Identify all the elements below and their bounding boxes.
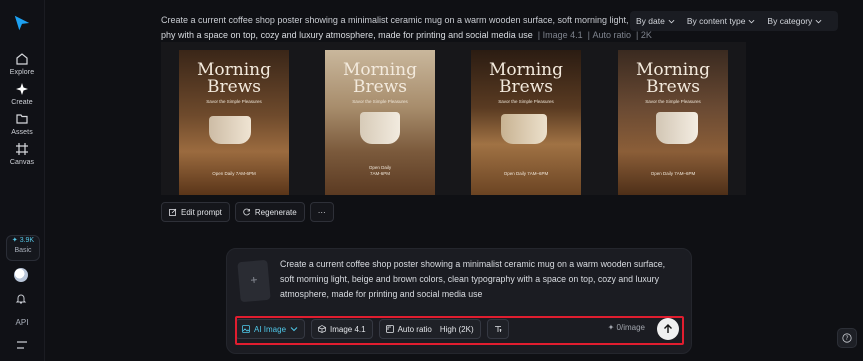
history-prompt-line2: phy with a space on top, cozy and luxury… — [161, 30, 652, 40]
bell-icon[interactable] — [15, 293, 27, 305]
poster-image: Morning Brews Savor the Simple Pleasures… — [179, 50, 289, 195]
model-tag: Image 4.1 — [542, 30, 583, 40]
refresh-icon — [243, 208, 250, 216]
poster-image: Morning Brews Savor the Simple Pleasures… — [325, 50, 435, 195]
sidebar-item-create[interactable]: Create — [0, 82, 44, 106]
poster-footer: Open Daily 7AM–6PM — [650, 171, 696, 176]
history-prompt: Create a current coffee shop poster show… — [161, 13, 664, 43]
cube-icon — [318, 325, 326, 333]
poster-image: Morning Brews Savor the Simple Pleasures… — [471, 50, 581, 195]
cost-indicator: ✦ 0/image — [607, 323, 645, 332]
reference-image-upload[interactable]: + — [237, 259, 271, 303]
help-icon: ? — [842, 333, 852, 343]
generated-image[interactable]: Morning Brews Savor the Simple Pleasures… — [600, 42, 746, 195]
canvas-icon — [16, 143, 28, 155]
filter-by-category[interactable]: By category — [761, 11, 828, 31]
poster-subtitle: Savor the Simple Pleasures — [206, 99, 262, 104]
text-icon — [494, 326, 502, 332]
generated-image[interactable]: Morning Brews Savor the Simple Pleasures… — [453, 42, 600, 195]
folder-icon — [16, 114, 28, 124]
app-logo-icon[interactable] — [13, 14, 31, 32]
composer-toolbar: AI Image Image 4.1 Auto ratio High (2K) … — [235, 314, 683, 344]
mug-image — [360, 112, 400, 144]
send-button[interactable] — [657, 318, 679, 340]
prompt-composer: + Create a current coffee shop poster sh… — [226, 248, 692, 354]
sidebar-item-label: Canvas — [9, 159, 35, 166]
poster-title: Morning Brews — [489, 60, 563, 97]
chevron-down-icon — [668, 19, 675, 23]
quality-select[interactable]: High (2K) — [440, 325, 474, 334]
image-actions: Edit prompt Regenerate ··· — [161, 202, 334, 222]
poster-title: Morning Brews — [197, 60, 271, 97]
menu-icon[interactable] — [16, 340, 28, 350]
regenerate-button[interactable]: Regenerate — [234, 202, 305, 222]
poster-title: Morning Brews — [343, 60, 417, 97]
generated-image[interactable]: Morning Brews Savor the Simple Pleasures… — [161, 42, 307, 195]
edit-prompt-button[interactable]: Edit prompt — [161, 202, 230, 222]
prompt-input[interactable]: Create a current coffee shop poster show… — [280, 257, 680, 302]
chevron-down-icon — [290, 327, 298, 332]
sidebar-item-label: Explore — [9, 69, 35, 76]
sparkle-icon — [16, 83, 28, 95]
poster-subtitle: Savor the Simple Pleasures — [352, 99, 408, 104]
chevron-down-icon — [748, 19, 755, 23]
svg-text:?: ? — [845, 335, 848, 342]
plan-label: Basic — [14, 247, 32, 254]
aspect-ratio-select[interactable]: Auto ratio High (2K) — [378, 319, 481, 339]
sidebar-item-label: Assets — [11, 129, 33, 136]
help-button[interactable]: ? — [837, 328, 857, 348]
poster-image: Morning Brews Savor the Simple Pleasures… — [618, 50, 728, 195]
mug-image — [656, 112, 698, 144]
ratio-tag: Auto ratio — [592, 30, 631, 40]
credits-count: ✦ 3.9K — [11, 237, 35, 244]
edit-icon — [169, 208, 177, 216]
poster-footer: Open Daily 7AM-6PM — [212, 171, 256, 176]
text-style-button[interactable] — [486, 319, 509, 339]
sidebar-item-explore[interactable]: Explore — [0, 52, 44, 76]
filter-by-content-type[interactable]: By content type — [681, 11, 762, 31]
avatar[interactable] — [14, 268, 28, 282]
filter-by-date[interactable]: By date — [630, 11, 681, 31]
mug-image — [209, 116, 251, 144]
arrow-up-icon — [664, 324, 672, 333]
poster-subtitle: Savor the Simple Pleasures — [498, 99, 554, 104]
mode-select[interactable]: AI Image — [235, 319, 306, 339]
image-icon — [242, 325, 250, 333]
sidebar-item-assets[interactable]: Assets — [0, 112, 44, 136]
chevron-down-icon — [815, 19, 822, 23]
more-options-button[interactable]: ··· — [309, 202, 334, 222]
credits-badge[interactable]: ✦ 3.9K Basic — [6, 235, 40, 261]
poster-footer: Open Daily 7AM-6PM — [368, 165, 392, 176]
aspect-ratio-icon — [385, 325, 394, 333]
plus-icon: + — [249, 272, 259, 288]
model-select[interactable]: Image 4.1 — [311, 319, 373, 339]
mug-image — [501, 114, 547, 144]
sidebar: Explore Create Assets Canvas ✦ 3.9K Basi… — [0, 0, 45, 361]
sidebar-item-label: Create — [11, 99, 33, 106]
api-link[interactable]: API — [0, 318, 44, 327]
sidebar-item-canvas[interactable]: Canvas — [0, 142, 44, 166]
filter-bar: By date By content type By category — [630, 11, 838, 31]
poster-title: Morning Brews — [636, 60, 710, 97]
quality-tag: 2K — [640, 30, 652, 40]
more-icon: ··· — [317, 207, 326, 217]
generated-image[interactable]: Morning Brews Savor the Simple Pleasures… — [307, 42, 453, 195]
home-icon — [16, 53, 28, 65]
poster-subtitle: Savor the Simple Pleasures — [645, 99, 701, 104]
image-gallery: Morning Brews Savor the Simple Pleasures… — [161, 42, 746, 195]
history-prompt-line1: Create a current coffee shop poster show… — [161, 15, 664, 25]
poster-footer: Open Daily 7AM–6PM — [503, 171, 549, 176]
